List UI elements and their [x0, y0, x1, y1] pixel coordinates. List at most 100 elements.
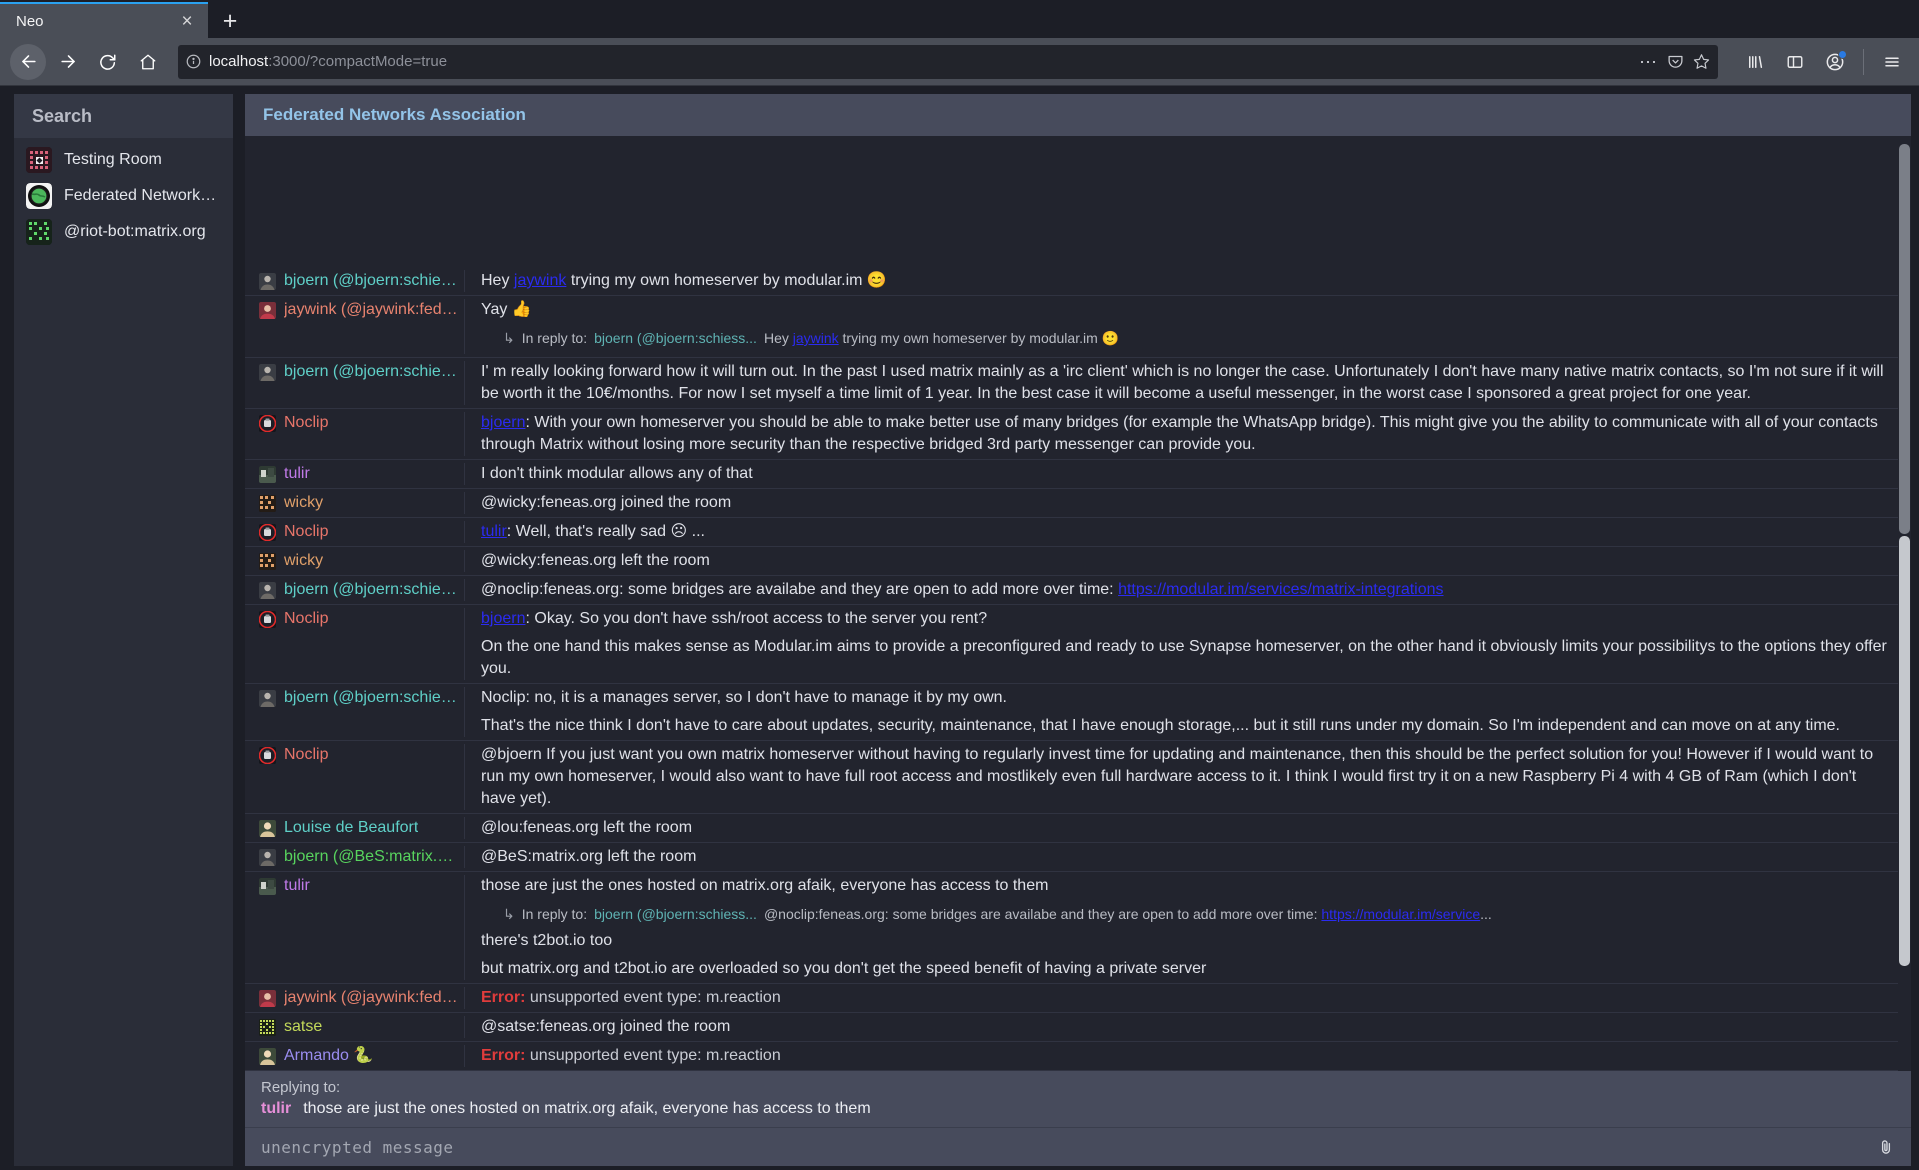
- message-event[interactable]: Noclip bjoern: Okay. So you don't have s…: [245, 605, 1911, 684]
- message-sender[interactable]: bjoern (@bjoern:schiess...: [245, 687, 464, 709]
- search-input[interactable]: Search: [14, 94, 233, 138]
- message-sender[interactable]: Noclip: [245, 608, 464, 630]
- message-sender[interactable]: Noclip: [245, 412, 464, 434]
- scrollbar-thumb[interactable]: [1899, 536, 1910, 966]
- in-reply-to[interactable]: ↳ In reply to: bjoern (@bjoern:schiess..…: [503, 903, 1895, 925]
- message-sender[interactable]: tulir: [245, 875, 464, 897]
- browser-window: Neo × + localhost:3000/?compactMode=true…: [0, 0, 1919, 1170]
- message-link[interactable]: https://modular.im/services/matrix-integ…: [1118, 581, 1443, 598]
- account-icon[interactable]: [1818, 45, 1852, 79]
- message-body: Yay 👍 ↳ In reply to: bjoern (@bjoern:sch…: [464, 299, 1911, 354]
- message-link[interactable]: tulir: [481, 523, 507, 540]
- page-actions-icon[interactable]: ⋯: [1639, 53, 1658, 71]
- message-text-run: Yay 👍: [481, 301, 532, 318]
- paperclip-icon[interactable]: [1877, 1138, 1895, 1156]
- message-sender[interactable]: jaywink (@jaywink:feder...: [245, 987, 464, 1009]
- message-event[interactable]: bjoern (@BeS:matrix.org) @BeS:matrix.org…: [245, 843, 1911, 872]
- message-text-run: trying my own homeserver by modular.im 🙂: [838, 330, 1120, 346]
- address-bar[interactable]: localhost:3000/?compactMode=true ⋯: [178, 44, 1718, 79]
- message-input-placeholder[interactable]: unencrypted message: [261, 1138, 1877, 1157]
- message-sender[interactable]: tulir: [245, 463, 464, 485]
- library-icon[interactable]: [1738, 45, 1772, 79]
- in-reply-to[interactable]: ↳ In reply to: bjoern (@bjoern:schiess..…: [503, 327, 1895, 349]
- message-event[interactable]: jaywink (@jaywink:feder... Error: unsupp…: [245, 984, 1911, 1013]
- message-text-run: @wicky:feneas.org left the room: [481, 552, 710, 569]
- message-event[interactable]: bjoern (@bjoern:schiess... Noclip: no, i…: [245, 684, 1911, 741]
- message-text-run: On the one hand this makes sense as Modu…: [481, 638, 1887, 677]
- error-label: Error:: [481, 1047, 526, 1064]
- message-line: there's t2bot.io too: [481, 930, 1895, 952]
- message-sender[interactable]: wicky: [245, 550, 464, 572]
- scrollbar-thumb-upper[interactable]: [1899, 144, 1910, 534]
- message-event[interactable]: wicky @wicky:feneas.org left the room: [245, 547, 1911, 576]
- avatar: [259, 272, 276, 290]
- menu-hamburger-icon[interactable]: [1875, 45, 1909, 79]
- reply-preview: Replying to: tulir those are just the on…: [245, 1071, 1911, 1128]
- reload-icon[interactable]: [90, 44, 126, 80]
- sidebar-toggle-icon[interactable]: [1778, 45, 1812, 79]
- message-event[interactable]: Noclip bjoern: With your own homeserver …: [245, 409, 1911, 460]
- forward-icon[interactable]: [50, 44, 86, 80]
- sidebar-item-riot-bot[interactable]: @riot-bot:matrix.org: [14, 214, 233, 250]
- sidebar-item-testing-room[interactable]: Testing Room: [14, 142, 233, 178]
- message-text-run: trying my own homeserver by modular.im 😊: [566, 272, 887, 289]
- message-sender[interactable]: bjoern (@BeS:matrix.org): [245, 846, 464, 868]
- info-icon[interactable]: [186, 54, 201, 69]
- message-event[interactable]: tulir I don't think modular allows any o…: [245, 460, 1911, 489]
- message-sender[interactable]: Armando 🐍: [245, 1045, 464, 1067]
- message-event[interactable]: Louise de Beaufort @lou:feneas.org left …: [245, 814, 1911, 843]
- timeline-events: bjoern (@bjoern:schiess... Hey jaywink t…: [245, 270, 1911, 1071]
- sender-name: wicky: [284, 552, 324, 569]
- message-sender[interactable]: Louise de Beaufort: [245, 817, 464, 839]
- message-sender[interactable]: bjoern (@bjoern:schiess...: [245, 361, 464, 383]
- message-timeline[interactable]: bjoern (@bjoern:schiess... Hey jaywink t…: [245, 136, 1911, 1071]
- message-sender[interactable]: wicky: [245, 492, 464, 514]
- message-sender[interactable]: jaywink (@jaywink:feder...: [245, 299, 464, 321]
- message-text-run: but matrix.org and t2bot.io are overload…: [481, 960, 1207, 977]
- message-event[interactable]: Noclip @bjoern If you just want you own …: [245, 741, 1911, 814]
- message-link[interactable]: jaywink: [514, 272, 566, 289]
- back-icon[interactable]: [10, 43, 46, 80]
- browser-tab[interactable]: Neo ×: [0, 2, 208, 38]
- close-icon[interactable]: ×: [176, 10, 198, 32]
- message-link[interactable]: jaywink: [793, 330, 839, 346]
- message-sender[interactable]: bjoern (@bjoern:schiess...: [245, 579, 464, 601]
- message-line: but matrix.org and t2bot.io are overload…: [481, 958, 1895, 980]
- message-event[interactable]: wicky @wicky:feneas.org joined the room: [245, 489, 1911, 518]
- message-sender[interactable]: Noclip: [245, 744, 464, 766]
- message-text-run: there's t2bot.io too: [481, 932, 613, 949]
- message-event[interactable]: jaywink (@jaywink:feder... Yay 👍 ↳ In re…: [245, 296, 1911, 358]
- bookmark-star-icon[interactable]: [1693, 53, 1710, 70]
- message-event[interactable]: bjoern (@bjoern:schiess... @noclip:fenea…: [245, 576, 1911, 605]
- message-event[interactable]: bjoern (@bjoern:schiess... I' m really l…: [245, 358, 1911, 409]
- sender-name: tulir: [284, 877, 310, 894]
- message-link[interactable]: bjoern: [481, 610, 525, 627]
- message-text-run: That's the nice think I don't have to ca…: [481, 717, 1840, 734]
- message-event[interactable]: Noclip tulir: Well, that's really sad ☹ …: [245, 518, 1911, 547]
- message-body: tulir: Well, that's really sad ☹ ...: [464, 521, 1911, 543]
- message-event[interactable]: Armando 🐍 Error: unsupported event type:…: [245, 1042, 1911, 1071]
- message-text-run: @lou:feneas.org left the room: [481, 819, 693, 836]
- pocket-icon[interactable]: [1667, 53, 1684, 70]
- message-event[interactable]: tulir those are just the ones hosted on …: [245, 872, 1911, 984]
- message-composer[interactable]: unencrypted message: [245, 1128, 1911, 1166]
- home-icon[interactable]: [130, 44, 166, 80]
- message-body: @noclip:feneas.org: some bridges are ava…: [464, 579, 1911, 601]
- message-sender[interactable]: Noclip: [245, 521, 464, 543]
- avatar: [259, 848, 276, 866]
- message-link[interactable]: https://modular.im/service: [1321, 906, 1480, 922]
- message-link[interactable]: bjoern: [481, 414, 525, 431]
- message-line: Noclip: no, it is a manages server, so I…: [481, 687, 1895, 709]
- message-sender[interactable]: bjoern (@bjoern:schiess...: [245, 270, 464, 292]
- message-text-run: Hey: [481, 272, 514, 289]
- message-sender[interactable]: satse: [245, 1016, 464, 1038]
- search-placeholder: Search: [32, 105, 93, 126]
- sidebar-item-federated-networks[interactable]: Federated Networks Ass...: [14, 178, 233, 214]
- timeline-scrollbar[interactable]: [1898, 136, 1911, 1071]
- new-tab-icon[interactable]: +: [212, 4, 248, 38]
- message-event[interactable]: satse @satse:feneas.org joined the room: [245, 1013, 1911, 1042]
- message-event[interactable]: bjoern (@bjoern:schiess... Hey jaywink t…: [245, 267, 1911, 296]
- avatar: [259, 523, 276, 541]
- sender-name: Noclip: [284, 610, 329, 627]
- sender-name: wicky: [284, 494, 324, 511]
